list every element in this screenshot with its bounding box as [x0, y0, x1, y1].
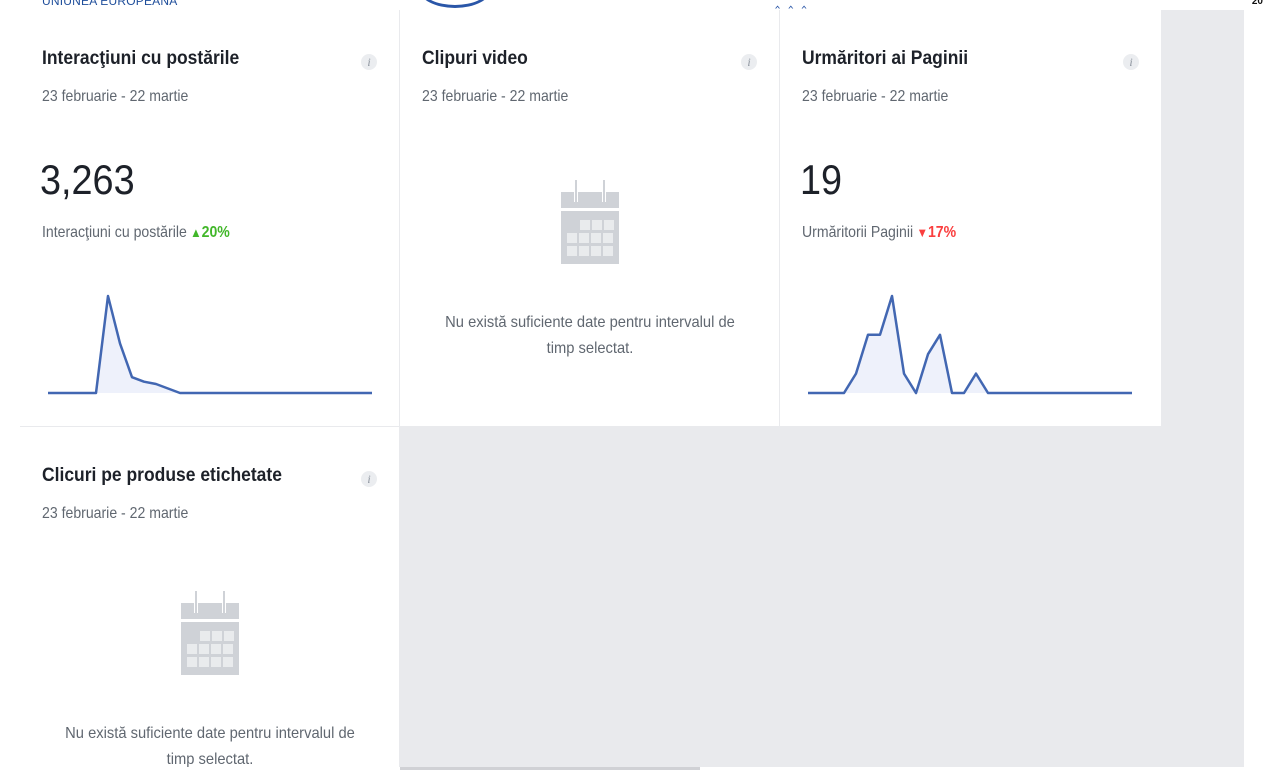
card-date-range: 23 februarie - 22 martie: [42, 88, 189, 105]
trend-sparkline: [48, 294, 372, 395]
card-date-range: 23 februarie - 22 martie: [422, 88, 569, 105]
delta-percent: 17%: [927, 224, 957, 241]
card-date-range: 23 februarie - 22 martie: [802, 88, 949, 105]
arrow-down-icon: ▼: [916, 225, 928, 240]
card-title: Clicuri pe produse etichetate: [42, 465, 282, 486]
empty-state-message: Nu există suficiente date pentru interva…: [65, 725, 355, 768]
info-icon[interactable]: i: [1123, 54, 1139, 70]
emblem-logo: [419, 0, 491, 8]
info-icon[interactable]: i: [361, 471, 377, 487]
metric-label-row: Urmăritorii Paginii ▼17%: [802, 224, 956, 242]
header-fragment: ‸ ‸ ‸: [775, 0, 809, 9]
page-followers-card: Urmăritori ai Paginii 23 februarie - 22 …: [780, 10, 1161, 426]
calendar-icon: [561, 180, 619, 264]
calendar-icon: [181, 591, 239, 675]
trend-sparkline: [808, 294, 1132, 395]
left-margin: [0, 10, 20, 772]
delta-down-badge: ▼17%: [917, 224, 957, 241]
card-title: Interacţiuni cu postările: [42, 48, 240, 69]
arrow-up-icon: ▲: [190, 225, 202, 240]
empty-state-message: Nu există suficiente date pentru interva…: [445, 314, 735, 357]
card-title: Clipuri video: [422, 48, 528, 69]
document-header-strip: UNIUNEA EUROPEANĂ ‸ ‸ ‸ 20: [0, 0, 1263, 10]
info-icon[interactable]: i: [741, 54, 757, 70]
post-engagements-card: Interacţiuni cu postările 23 februarie -…: [20, 10, 399, 426]
metric-value: 19: [800, 156, 843, 203]
tagged-product-clicks-card: Clicuri pe produse etichetate 23 februar…: [20, 427, 399, 772]
bottom-divider: [400, 767, 700, 770]
page-number: 20: [1251, 0, 1263, 7]
card-title: Urmăritori ai Paginii: [802, 48, 969, 69]
delta-percent: 20%: [201, 224, 230, 241]
metric-label: Interacţiuni cu postările: [42, 224, 187, 241]
metric-label-row: Interacţiuni cu postările ▲20%: [42, 224, 230, 242]
metric-label: Urmăritorii Paginii: [802, 224, 914, 241]
info-icon[interactable]: i: [361, 54, 377, 70]
videos-card: Clipuri video 23 februarie - 22 martie i…: [400, 10, 779, 426]
eu-label: UNIUNEA EUROPEANĂ: [42, 0, 178, 8]
right-margin: [1244, 10, 1263, 772]
sparkline-line: [48, 294, 372, 395]
card-date-range: 23 februarie - 22 martie: [42, 505, 189, 522]
sparkline-area: [808, 296, 1132, 393]
delta-up-badge: ▲20%: [190, 224, 230, 241]
metric-value: 3,263: [40, 156, 135, 203]
